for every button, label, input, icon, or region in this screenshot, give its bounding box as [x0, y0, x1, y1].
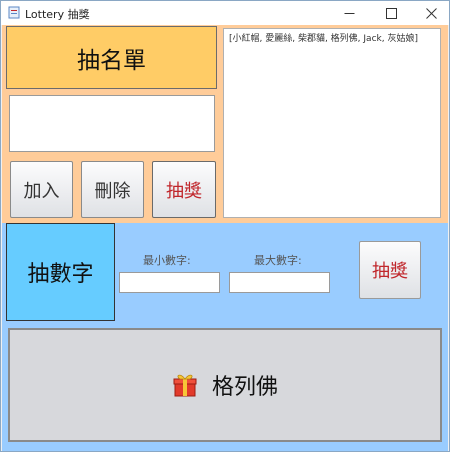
result-panel: 格列佛: [2, 326, 448, 451]
max-number-label: 最大數字:: [254, 254, 302, 267]
minimize-button[interactable]: [331, 1, 367, 25]
result-text: 格列佛: [211, 375, 278, 400]
app-icon: [8, 6, 20, 19]
min-number-label: 最小數字:: [143, 254, 191, 267]
max-number-input[interactable]: [229, 272, 330, 293]
gift-icon: [173, 374, 197, 397]
maximize-button[interactable]: [373, 1, 409, 25]
result-display: 格列佛: [8, 328, 442, 442]
name-list-heading: 抽名單: [6, 26, 217, 89]
name-list-panel: 抽名單 加入 刪除 抽獎 [小紅帽, 愛麗絲, 柴郡貓, 格列佛, Jack, …: [2, 25, 448, 223]
name-input[interactable]: [9, 95, 215, 152]
draw-number-button[interactable]: 抽獎: [359, 241, 421, 299]
title-bar: Lottery 抽獎: [1, 1, 449, 25]
content-area: 抽名單 加入 刪除 抽獎 [小紅帽, 愛麗絲, 柴郡貓, 格列佛, Jack, …: [2, 25, 448, 451]
draw-name-button[interactable]: 抽獎: [152, 161, 216, 218]
close-icon: [425, 7, 437, 19]
window-title: Lottery 抽獎: [25, 8, 90, 21]
close-button[interactable]: [413, 1, 449, 25]
number-heading: 抽數字: [6, 223, 115, 321]
name-list-display[interactable]: [小紅帽, 愛麗絲, 柴郡貓, 格列佛, Jack, 灰姑娘]: [223, 28, 441, 218]
number-panel: 抽數字 最小數字: 最大數字: 抽獎: [2, 223, 448, 326]
min-number-input[interactable]: [119, 272, 220, 293]
maximize-icon: [385, 7, 397, 19]
app-window: Lottery 抽獎 抽名單 加入 刪除 抽獎 [小紅帽, 愛麗絲, 柴郡貓, …: [0, 0, 450, 452]
delete-button[interactable]: 刪除: [81, 161, 144, 218]
minimize-icon: [344, 12, 354, 14]
add-button[interactable]: 加入: [10, 161, 73, 218]
